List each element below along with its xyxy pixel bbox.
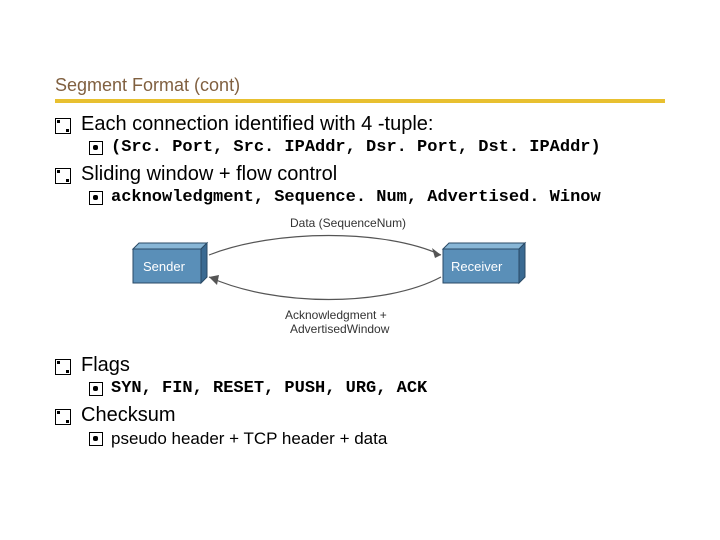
subbullet-icon xyxy=(89,432,103,446)
bullet-1-sub-text: (Src. Port, Src. IPAddr, Dsr. Port, Dst.… xyxy=(111,138,601,157)
bullet-3-sub: SYN, FIN, RESET, PUSH, URG, ACK xyxy=(89,379,665,398)
bullet-1-text: Each connection identified with 4 -tuple… xyxy=(81,113,433,136)
ack-arrowhead xyxy=(209,275,219,285)
bullet-2-text: Sliding window + flow control xyxy=(81,163,337,186)
bullet-4-sub: pseudo header + TCP header + data xyxy=(89,429,665,449)
bullet-3: Flags xyxy=(55,354,665,377)
bullet-4: Checksum xyxy=(55,404,665,427)
data-arrowhead xyxy=(432,248,441,258)
slide-title: Segment Format (cont) xyxy=(55,75,665,96)
sender-box-top xyxy=(133,243,207,249)
bullet-2-sub-text: acknowledgment, Sequence. Num, Advertise… xyxy=(111,188,601,207)
diagram-bottom-label-1: Acknowledgment + xyxy=(285,308,387,322)
bullet-3-text: Flags xyxy=(81,354,130,377)
bullet-4-text: Checksum xyxy=(81,404,175,427)
bullet-icon xyxy=(55,118,71,134)
diagram-bottom-label-2: AdvertisedWindow xyxy=(290,322,390,336)
bullet-icon xyxy=(55,359,71,375)
data-arrow xyxy=(209,236,441,256)
subbullet-icon xyxy=(89,141,103,155)
bullet-3-sub-text: SYN, FIN, RESET, PUSH, URG, ACK xyxy=(111,379,427,398)
subbullet-icon xyxy=(89,191,103,205)
tcp-diagram: Data (SequenceNum) Sender Receiver Ackno… xyxy=(125,215,665,340)
sender-box-side xyxy=(201,243,207,283)
slide: Segment Format (cont) Each connection id… xyxy=(0,0,720,485)
bullet-icon xyxy=(55,409,71,425)
receiver-label: Receiver xyxy=(451,259,503,274)
receiver-box-side xyxy=(519,243,525,283)
sender-label: Sender xyxy=(143,259,186,274)
receiver-box-top xyxy=(443,243,525,249)
bullet-2-sub: acknowledgment, Sequence. Num, Advertise… xyxy=(89,188,665,207)
title-underline xyxy=(55,99,665,103)
bullet-1: Each connection identified with 4 -tuple… xyxy=(55,113,665,136)
subbullet-icon xyxy=(89,382,103,396)
bullet-1-sub: (Src. Port, Src. IPAddr, Dsr. Port, Dst.… xyxy=(89,138,665,157)
diagram-top-label: Data (SequenceNum) xyxy=(290,216,406,230)
diagram-svg: Data (SequenceNum) Sender Receiver Ackno… xyxy=(125,215,545,340)
bullet-icon xyxy=(55,168,71,184)
bullet-4-sub-text: pseudo header + TCP header + data xyxy=(111,429,387,449)
ack-arrow xyxy=(209,277,441,300)
bullet-2: Sliding window + flow control xyxy=(55,163,665,186)
